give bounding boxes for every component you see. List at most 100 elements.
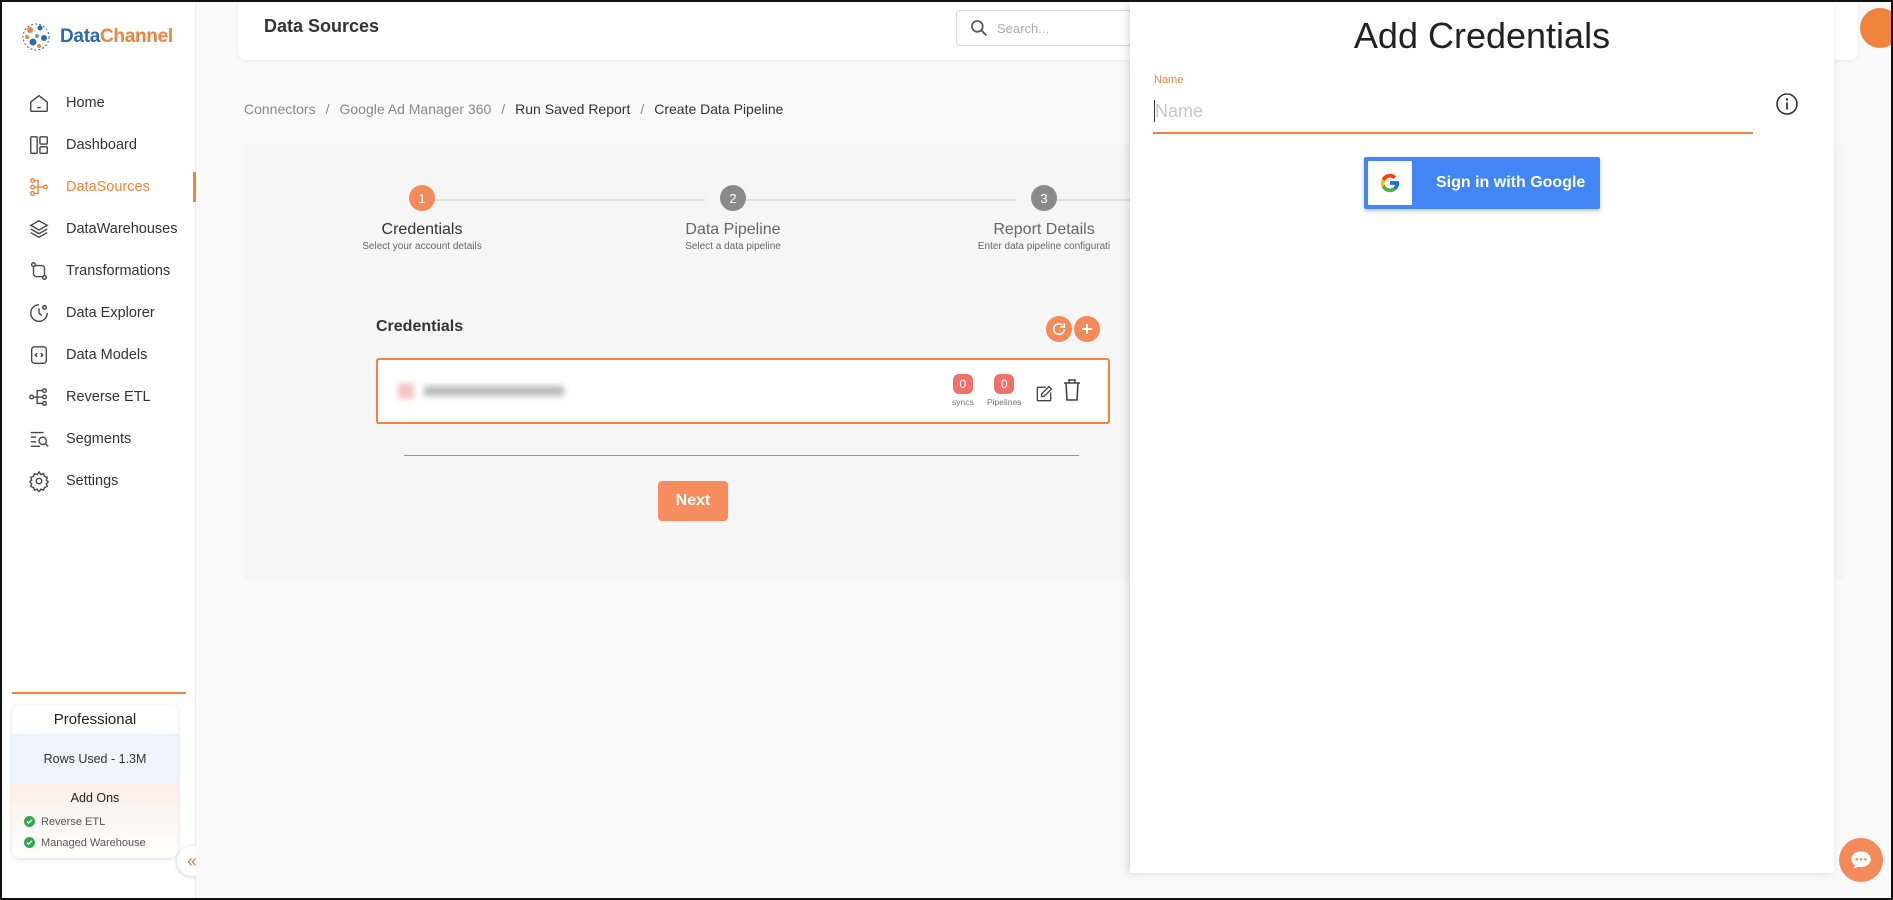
plus-icon (1082, 324, 1092, 334)
sidebar-item-dashboard[interactable]: Dashboard (2, 124, 196, 166)
sidebar-item-home[interactable]: Home (2, 82, 196, 124)
breadcrumb-separator: / (325, 101, 330, 117)
breadcrumb: Connectors / Google Ad Manager 360 / Run… (244, 101, 783, 117)
sidebar-item-label: Settings (66, 473, 119, 489)
logo-mark-icon (18, 18, 54, 56)
google-button-label: Sign in with Google (1436, 174, 1586, 191)
info-icon[interactable] (1775, 92, 1799, 116)
sidebar-item-data-explorer[interactable]: Data Explorer (2, 292, 196, 334)
sidebar-nav: Home Dashboard DataSources DataWarehouse… (2, 82, 196, 502)
text-caret (1154, 100, 1155, 122)
sidebar-item-reverse-etl[interactable]: Reverse ETL (2, 376, 196, 418)
step-report-details[interactable]: 3 Report Details Enter data pipeline con… (944, 185, 1144, 252)
section-divider (404, 455, 1079, 456)
add-credentials-drawer: Add Credentials Name Sign in with Google (1130, 2, 1834, 873)
credential-avatar-icon (398, 383, 414, 399)
pipelines-badge: 0 Pipelines (987, 374, 1022, 407)
plan-name: Professional (12, 705, 178, 735)
chat-bubble-icon (1851, 851, 1871, 869)
addon-label: Managed Warehouse (41, 836, 146, 849)
dashboard-icon (28, 134, 50, 156)
drawer-title: Add Credentials (1353, 15, 1611, 56)
sidebar-item-data-models[interactable]: Data Models (2, 334, 196, 376)
segments-icon (28, 428, 50, 450)
sidebar-item-datawarehouses[interactable]: DataWarehouses (2, 208, 196, 250)
step-subtitle: Select your account details (362, 241, 482, 252)
logo-text: DataChannel (60, 26, 173, 48)
sidebar-item-label: Data Models (66, 347, 148, 363)
breadcrumb-separator: / (640, 101, 645, 117)
edit-icon (1036, 385, 1053, 402)
search-input[interactable]: Search... (956, 10, 1132, 46)
chat-support-button[interactable] (1839, 838, 1883, 882)
plan-divider (12, 692, 186, 694)
step-title: Credentials (381, 221, 463, 238)
breadcrumb-create-pipeline: Create Data Pipeline (654, 101, 784, 117)
credentials-heading: Credentials (376, 318, 464, 335)
breadcrumb-run-saved-report[interactable]: Run Saved Report (515, 101, 630, 117)
breadcrumb-connectors[interactable]: Connectors (244, 101, 316, 117)
datasources-icon (28, 176, 50, 198)
sidebar-item-settings[interactable]: Settings (2, 460, 196, 502)
sidebar-item-transformations[interactable]: Transformations (2, 250, 196, 292)
logo-text-channel: Channel (99, 26, 173, 47)
rows-used: Rows Used - 1.3M (12, 735, 178, 783)
breadcrumb-google-ad-manager[interactable]: Google Ad Manager 360 (339, 101, 491, 117)
name-field[interactable] (1153, 90, 1753, 134)
edit-button[interactable] (1034, 384, 1054, 404)
breadcrumb-separator: / (501, 101, 506, 117)
google-logo-icon (1368, 161, 1412, 205)
refresh-icon (1052, 322, 1066, 336)
step-data-pipeline[interactable]: 2 Data Pipeline Select a data pipeline (633, 185, 833, 252)
sidebar-item-label: Reverse ETL (66, 389, 151, 405)
sidebar-item-label: Transformations (66, 263, 171, 279)
refresh-button[interactable] (1046, 316, 1072, 342)
addons-title: Add Ons (70, 791, 120, 805)
sidebar-item-label: Home (66, 95, 105, 111)
redacted-text (424, 386, 564, 396)
step-subtitle: Select a data pipeline (685, 241, 781, 252)
explorer-icon (28, 302, 50, 324)
credential-item[interactable]: 0 syncs 0 Pipelines (376, 358, 1110, 424)
sign-in-with-google-button[interactable]: Sign in with Google (1364, 157, 1600, 209)
pipelines-label: Pipelines (987, 397, 1022, 407)
syncs-count: 0 (952, 374, 973, 394)
sidebar-item-label: Data Explorer (66, 305, 155, 321)
sidebar-item-label: DataSources (66, 179, 150, 195)
search-icon (971, 20, 988, 37)
step-credentials[interactable]: 1 Credentials Select your account detail… (322, 185, 522, 252)
layers-icon (28, 218, 50, 240)
pipelines-count: 0 (994, 374, 1015, 394)
sidebar: DataChannel Home Dashboard DataSources D… (2, 2, 207, 898)
sidebar-item-label: Segments (66, 431, 132, 447)
sidebar-item-label: Dashboard (66, 137, 137, 153)
user-avatar[interactable] (1860, 8, 1893, 48)
models-icon (28, 344, 50, 366)
addons-section: Add Ons Reverse ETL Managed Warehouse (12, 783, 178, 858)
addon-label: Reverse ETL (41, 815, 106, 828)
delete-button[interactable] (1062, 378, 1082, 402)
plan-card: Professional Rows Used - 1.3M Add Ons Re… (12, 705, 178, 858)
name-field-label: Name (1154, 74, 1184, 86)
step-subtitle: Enter data pipeline configurati (977, 241, 1111, 252)
trash-icon (1064, 379, 1080, 401)
step-title: Data Pipeline (685, 221, 781, 238)
home-icon (28, 92, 50, 114)
gear-icon (28, 470, 50, 492)
step-title: Report Details (993, 221, 1095, 238)
next-button[interactable]: Next (658, 481, 728, 521)
app-logo[interactable]: DataChannel (18, 18, 173, 56)
syncs-label: syncs (952, 397, 974, 407)
search-placeholder: Search... (997, 20, 1050, 36)
logo-text-data: Data (60, 26, 100, 47)
sidebar-item-segments[interactable]: Segments (2, 418, 196, 460)
addon-item: Managed Warehouse (12, 832, 178, 853)
check-circle-icon (24, 837, 35, 848)
check-circle-icon (24, 816, 35, 827)
credential-name-blurred (398, 382, 568, 400)
add-credential-button[interactable] (1074, 316, 1100, 342)
sidebar-item-datasources[interactable]: DataSources (2, 166, 196, 208)
page-title: Data Sources (264, 16, 380, 36)
step-number: 1 (409, 185, 435, 211)
sidebar-item-label: DataWarehouses (66, 221, 178, 237)
